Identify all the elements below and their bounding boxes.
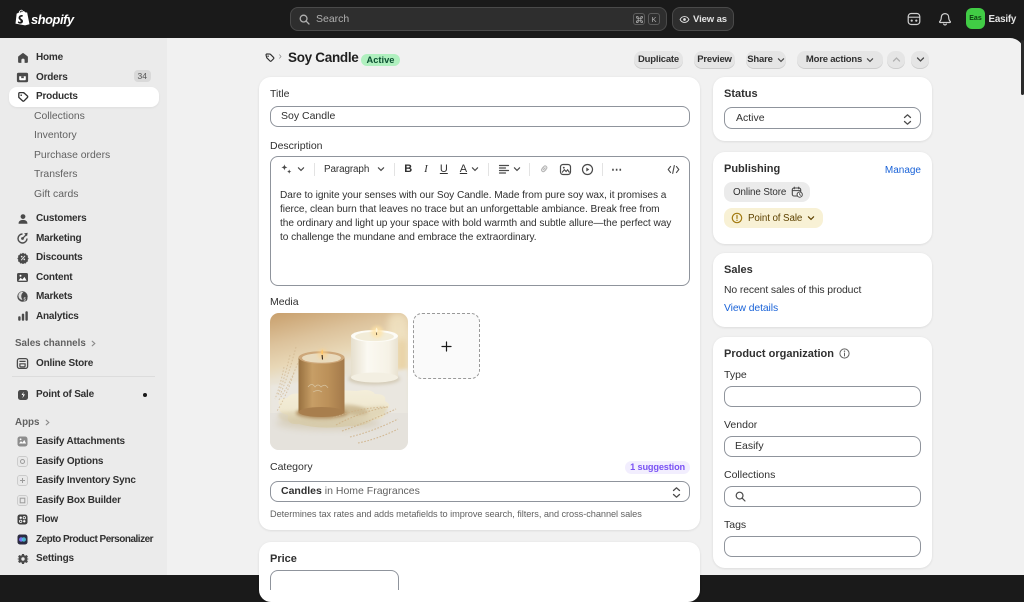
svg-text:$: $	[24, 297, 27, 302]
